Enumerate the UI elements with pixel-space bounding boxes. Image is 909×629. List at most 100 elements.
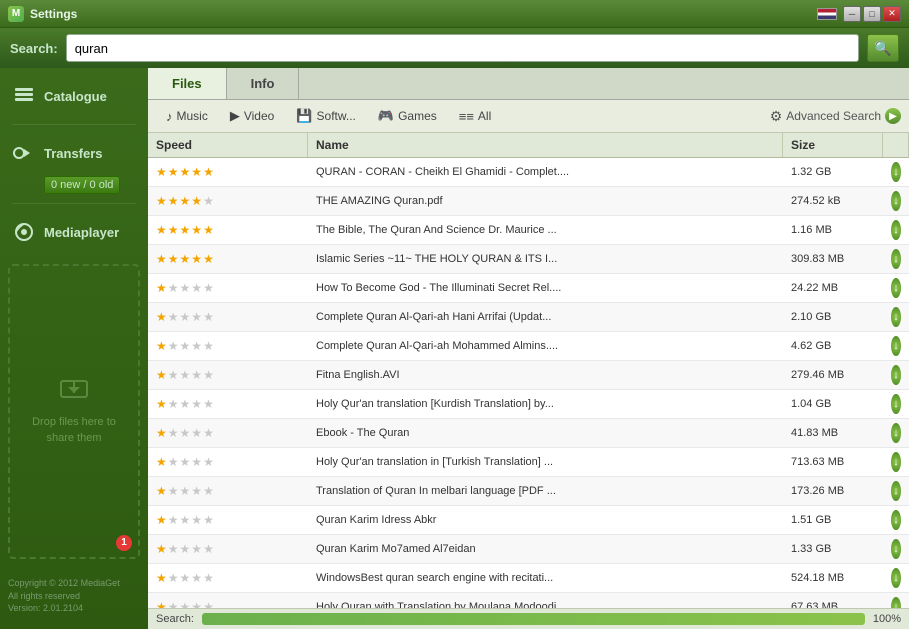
star-rating: ★★★★★ — [156, 310, 214, 324]
table-row[interactable]: ★★★★★ Islamic Series ~11~ THE HOLY QURAN… — [148, 245, 909, 274]
table-row[interactable]: ★★★★★ Complete Quran Al-Qari-ah Hani Arr… — [148, 303, 909, 332]
cat-software[interactable]: 💾 Softw... — [286, 104, 366, 128]
star-3: ★ — [180, 397, 191, 411]
transfers-icon — [12, 141, 36, 165]
table-row[interactable]: ★★★★★ The Bible, The Quran And Science D… — [148, 216, 909, 245]
table-row[interactable]: ★★★★★ WindowsBest quran search engine wi… — [148, 564, 909, 593]
star-4: ★ — [191, 397, 202, 411]
cell-download[interactable]: ↓ — [883, 390, 909, 418]
cell-size: 41.83 MB — [783, 419, 883, 447]
all-icon: ≡≡ — [459, 109, 474, 124]
star-2: ★ — [168, 600, 179, 608]
cell-download[interactable]: ↓ — [883, 564, 909, 592]
cell-download[interactable]: ↓ — [883, 448, 909, 476]
cell-download[interactable]: ↓ — [883, 535, 909, 563]
star-3: ★ — [180, 426, 191, 440]
star-rating: ★★★★★ — [156, 339, 214, 353]
header-size: Size — [783, 133, 883, 157]
advanced-search[interactable]: ⚙ Advanced Search ▶ — [770, 108, 901, 125]
table-row[interactable]: ★★★★★ QURAN - CORAN - Cheikh El Ghamidi … — [148, 158, 909, 187]
cell-download[interactable]: ↓ — [883, 593, 909, 608]
download-button[interactable]: ↓ — [891, 423, 901, 443]
results-table[interactable]: Speed Name Size ★★★★★ QURAN - CORAN - Ch… — [148, 133, 909, 608]
title-bar-text: Settings — [30, 7, 811, 21]
table-row[interactable]: ★★★★★ Holy Qur'an translation in [Turkis… — [148, 448, 909, 477]
download-button[interactable]: ↓ — [891, 539, 901, 559]
software-icon: 💾 — [296, 108, 312, 124]
cell-download[interactable]: ↓ — [883, 361, 909, 389]
cell-download[interactable]: ↓ — [883, 506, 909, 534]
star-4: ★ — [191, 426, 202, 440]
table-row[interactable]: ★★★★★ Holy Qur'an translation [Kurdish T… — [148, 390, 909, 419]
star-4: ★ — [191, 252, 202, 266]
download-button[interactable]: ↓ — [891, 597, 901, 608]
download-button[interactable]: ↓ — [891, 568, 901, 588]
cell-download[interactable]: ↓ — [883, 477, 909, 505]
sidebar-divider-2 — [12, 203, 136, 204]
table-row[interactable]: ★★★★★ Ebook - The Quran 41.83 MB ↓ — [148, 419, 909, 448]
cat-all[interactable]: ≡≡ All — [449, 105, 502, 128]
search-input[interactable] — [66, 34, 859, 62]
star-rating: ★★★★★ — [156, 571, 214, 585]
download-button[interactable]: ↓ — [891, 249, 901, 269]
cell-download[interactable]: ↓ — [883, 187, 909, 215]
search-button[interactable]: 🔍 — [867, 34, 899, 62]
table-row[interactable]: ★★★★★ Quran Karim Mo7amed Al7eidan 1.33 … — [148, 535, 909, 564]
star-4: ★ — [191, 600, 202, 608]
table-row[interactable]: ★★★★★ THE AMAZING Quran.pdf 274.52 kB ↓ — [148, 187, 909, 216]
download-button[interactable]: ↓ — [891, 336, 901, 356]
table-row[interactable]: ★★★★★ Holy Quran with Translation by Mou… — [148, 593, 909, 608]
cell-speed: ★★★★★ — [148, 419, 308, 447]
minimize-button[interactable]: ─ — [843, 6, 861, 22]
star-3: ★ — [180, 310, 191, 324]
download-button[interactable]: ↓ — [891, 365, 901, 385]
download-button[interactable]: ↓ — [891, 510, 901, 530]
search-bar: Search: 🔍 — [0, 28, 909, 68]
table-row[interactable]: ★★★★★ Fitna English.AVI 279.46 MB ↓ — [148, 361, 909, 390]
star-5: ★ — [203, 600, 214, 608]
table-row[interactable]: ★★★★★ Complete Quran Al-Qari-ah Mohammed… — [148, 332, 909, 361]
cell-speed: ★★★★★ — [148, 274, 308, 302]
cat-music[interactable]: ♪ Music — [156, 105, 218, 128]
cell-name: Ebook - The Quran — [308, 419, 783, 447]
table-row[interactable]: ★★★★★ Translation of Quran In melbari la… — [148, 477, 909, 506]
tab-files[interactable]: Files — [148, 68, 227, 99]
cell-download[interactable]: ↓ — [883, 158, 909, 186]
table-row[interactable]: ★★★★★ How To Become God - The Illuminati… — [148, 274, 909, 303]
cell-download[interactable]: ↓ — [883, 332, 909, 360]
sidebar-item-mediaplayer[interactable]: Mediaplayer — [0, 212, 148, 252]
download-button[interactable]: ↓ — [891, 307, 901, 327]
sidebar-item-catalogue[interactable]: Catalogue — [0, 76, 148, 116]
cell-download[interactable]: ↓ — [883, 216, 909, 244]
download-button[interactable]: ↓ — [891, 191, 901, 211]
catalogue-label: Catalogue — [44, 89, 107, 104]
drop-zone[interactable]: Drop files here to share them 1 — [8, 264, 140, 559]
cell-download[interactable]: ↓ — [883, 419, 909, 447]
star-5: ★ — [203, 426, 214, 440]
download-button[interactable]: ↓ — [891, 452, 901, 472]
advanced-search-label: Advanced Search — [786, 109, 881, 123]
sidebar-item-transfers[interactable]: Transfers — [0, 133, 148, 173]
header-action — [883, 133, 909, 157]
cat-games[interactable]: 🎮 Games — [368, 104, 447, 128]
tab-info[interactable]: Info — [227, 68, 300, 99]
download-button[interactable]: ↓ — [891, 394, 901, 414]
star-rating: ★★★★★ — [156, 194, 214, 208]
download-button[interactable]: ↓ — [891, 220, 901, 240]
cell-download[interactable]: ↓ — [883, 245, 909, 273]
cat-video[interactable]: ▶ Video — [220, 104, 284, 128]
maximize-button[interactable]: □ — [863, 6, 881, 22]
star-1: ★ — [156, 223, 167, 237]
star-3: ★ — [180, 600, 191, 608]
download-button[interactable]: ↓ — [891, 278, 901, 298]
star-5: ★ — [203, 542, 214, 556]
download-button[interactable]: ↓ — [891, 481, 901, 501]
cell-download[interactable]: ↓ — [883, 274, 909, 302]
cell-name: Islamic Series ~11~ THE HOLY QURAN & ITS… — [308, 245, 783, 273]
title-bar: M Settings ─ □ ✕ — [0, 0, 909, 28]
download-button[interactable]: ↓ — [891, 162, 901, 182]
close-button[interactable]: ✕ — [883, 6, 901, 22]
search-progress-label: Search: — [156, 613, 194, 625]
cell-download[interactable]: ↓ — [883, 303, 909, 331]
table-row[interactable]: ★★★★★ Quran Karim Idress Abkr 1.51 GB ↓ — [148, 506, 909, 535]
